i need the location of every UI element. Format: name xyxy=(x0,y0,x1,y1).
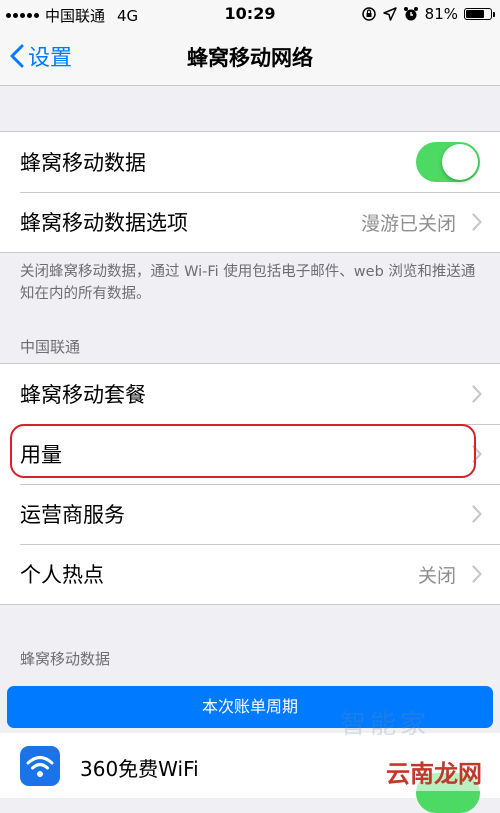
cellular-data-row: 蜂窝移动数据 xyxy=(0,132,500,192)
carrier-group: 蜂窝移动套餐 用量 运营商服务 个人热点 关闭 xyxy=(0,363,500,605)
cellular-data-toggle[interactable] xyxy=(416,142,480,182)
nav-bar: 设置 蜂窝移动网络 xyxy=(0,28,500,86)
app-name: 360免费WiFi xyxy=(80,757,199,781)
chevron-right-icon xyxy=(472,445,482,463)
rotation-lock-icon xyxy=(361,7,376,21)
cellular-data-label: 蜂窝移动数据 xyxy=(20,151,146,175)
personal-hotspot-row[interactable]: 个人热点 关闭 xyxy=(0,544,500,604)
personal-hotspot-label: 个人热点 xyxy=(20,563,104,587)
cellular-plan-label: 蜂窝移动套餐 xyxy=(20,383,146,407)
status-right: 81% xyxy=(361,5,495,23)
carrier-services-row[interactable]: 运营商服务 xyxy=(0,484,500,544)
personal-hotspot-status: 关闭 xyxy=(417,565,456,587)
cellular-settings-group: 蜂窝移动数据 蜂窝移动数据选项 漫游已关闭 xyxy=(0,131,500,253)
usage-section-header: 蜂窝移动数据 xyxy=(20,650,111,668)
status-bar: 中国联通 4G 10:29 81% xyxy=(0,0,500,28)
cellular-data-options-row[interactable]: 蜂窝移动数据选项 漫游已关闭 xyxy=(0,192,500,252)
battery-percent: 81% xyxy=(424,5,458,23)
wifi-app-icon xyxy=(20,746,60,786)
carrier-services-label: 运营商服务 xyxy=(20,503,125,527)
watermark-faded-text: 智能家 xyxy=(339,710,430,740)
battery-fill xyxy=(466,10,484,18)
roaming-status: 漫游已关闭 xyxy=(360,213,456,235)
chevron-right-icon xyxy=(472,213,482,231)
toggle-knob xyxy=(442,144,478,180)
carrier-section-header: 中国联通 xyxy=(20,338,81,356)
battery-icon xyxy=(464,8,495,20)
usage-label: 用量 xyxy=(20,443,62,467)
cellular-footnote: 关闭蜂窝移动数据，通过 Wi-Fi 使用包括电子邮件、web 浏览和推送通知在内… xyxy=(20,264,476,302)
chevron-right-icon xyxy=(472,385,482,403)
watermark-brand-text: 云南龙网 xyxy=(382,752,486,791)
cellular-data-options-label: 蜂窝移动数据选项 xyxy=(20,211,188,235)
page-title: 蜂窝移动网络 xyxy=(187,46,313,70)
alarm-icon xyxy=(403,7,418,21)
wifi-icon xyxy=(26,756,54,777)
cellular-plan-row[interactable]: 蜂窝移动套餐 xyxy=(0,364,500,424)
chevron-right-icon xyxy=(472,505,482,523)
usage-row[interactable]: 用量 xyxy=(0,424,500,484)
location-icon xyxy=(382,7,397,21)
chevron-right-icon xyxy=(472,565,482,583)
